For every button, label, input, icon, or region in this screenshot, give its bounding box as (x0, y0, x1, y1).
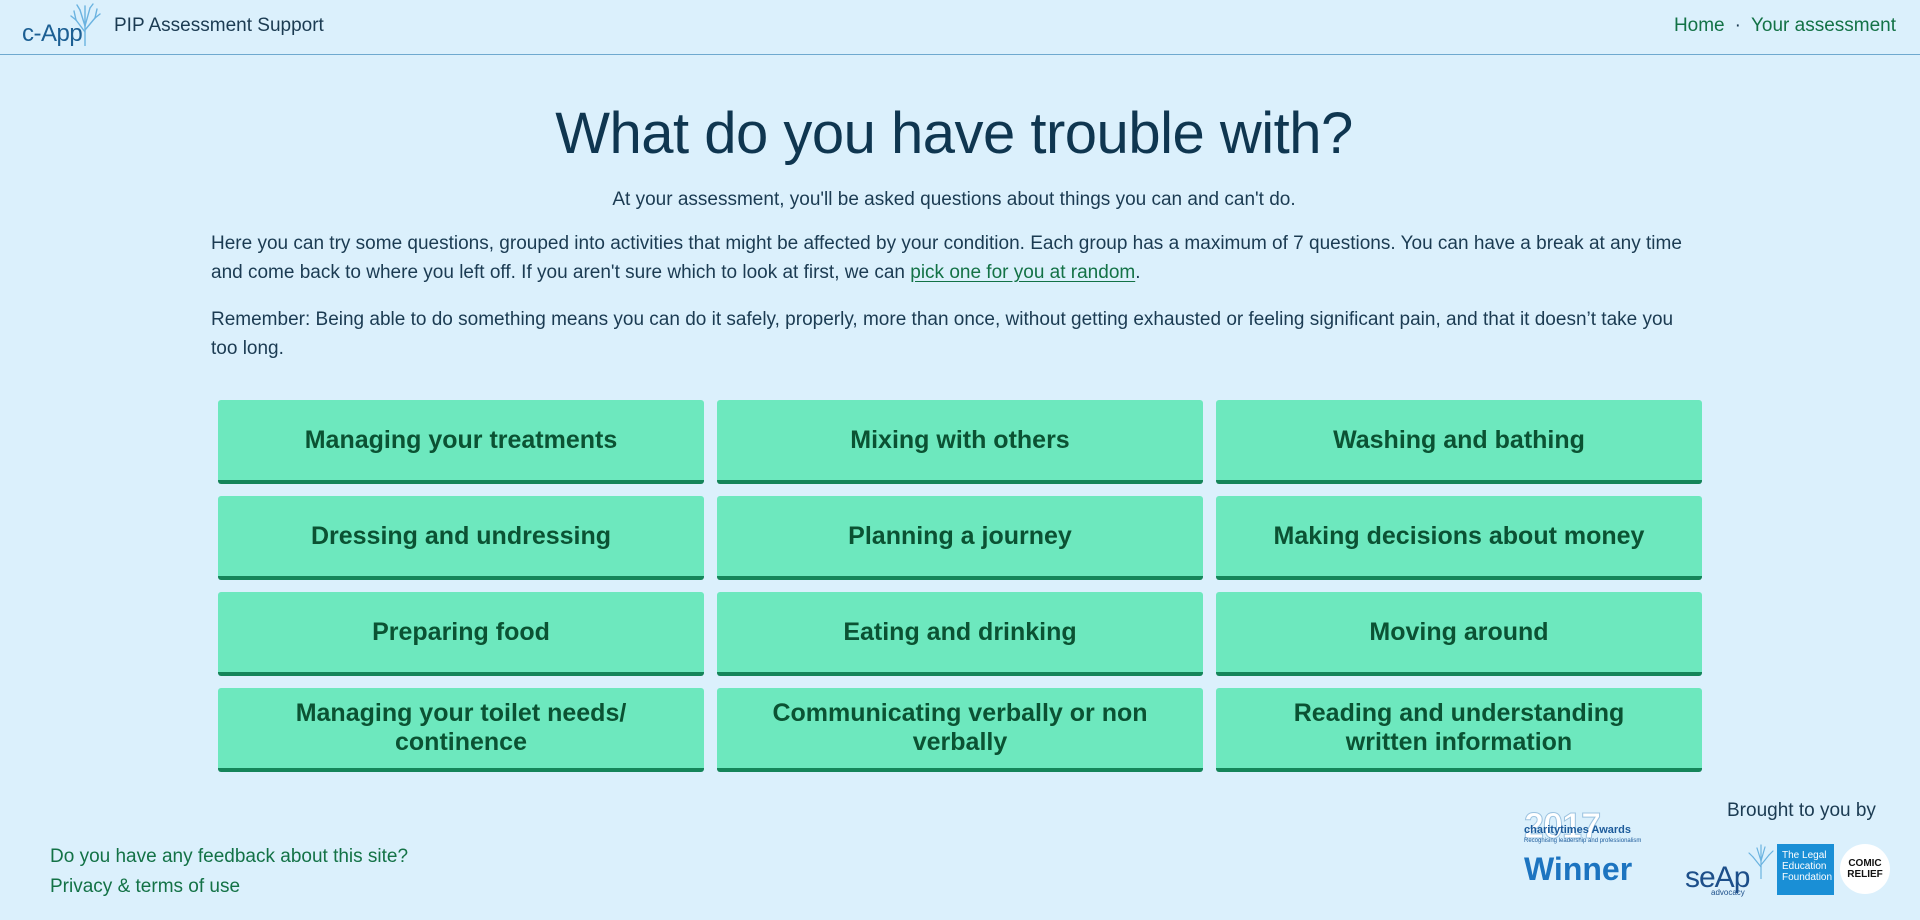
tree-icon (70, 3, 101, 46)
activity-washing-bathing-button[interactable]: Washing and bathing (1216, 400, 1702, 484)
footer-links: Do you have any feedback about this site… (50, 842, 408, 902)
activity-reading-button[interactable]: Reading and understanding written inform… (1216, 688, 1702, 772)
activity-grid: Managing your treatments Mixing with oth… (218, 400, 1702, 772)
activity-preparing-food-button[interactable]: Preparing food (218, 592, 704, 676)
activity-planning-journey-button[interactable]: Planning a journey (717, 496, 1203, 580)
random-activity-link[interactable]: pick one for you at random (910, 262, 1135, 283)
comic-relief-logo[interactable]: COMIC RELIEF (1840, 844, 1890, 894)
activity-mixing-with-others-button[interactable]: Mixing with others (717, 400, 1203, 484)
nav-separator: · (1734, 15, 1741, 36)
award-result: Winner (1524, 851, 1633, 887)
nav-your-assessment-link[interactable]: Your assessment (1751, 15, 1896, 37)
c-app-logo[interactable]: c-App (22, 2, 104, 52)
activity-eating-drinking-button[interactable]: Eating and drinking (717, 592, 1203, 676)
intro-text: At your assessment, you'll be asked ques… (612, 189, 1296, 210)
top-nav: Home · Your assessment (1674, 15, 1896, 37)
seap-logo-sub: advocacy (1711, 888, 1745, 897)
activity-communicating-button[interactable]: Communicating verbally or non verbally (717, 688, 1203, 772)
activity-managing-treatments-button[interactable]: Managing your treatments (218, 400, 704, 484)
brought-to-you-label: Brought to you by (1727, 800, 1876, 821)
main-content: What do you have trouble with? At your a… (211, 100, 1697, 363)
award-brand: charitytimes Awards (1524, 824, 1631, 836)
charity-times-award-badge: 2017 charitytimes Awards Recognising lea… (1522, 807, 1646, 892)
award-tagline: Recognising leadership and professionali… (1524, 838, 1642, 844)
tree-icon (1748, 844, 1774, 879)
instructions-end: . (1135, 262, 1141, 283)
feedback-link[interactable]: Do you have any feedback about this site… (50, 842, 408, 872)
instructions-paragraph: Here you can try some questions, grouped… (211, 229, 1697, 287)
activity-money-decisions-button[interactable]: Making decisions about money (1216, 496, 1702, 580)
site-title: PIP Assessment Support (114, 15, 324, 36)
activity-toilet-needs-button[interactable]: Managing your toilet needs/ continence (218, 688, 704, 772)
top-bar: c-App PIP Assessment Support Home · Your… (0, 0, 1920, 55)
activity-dressing-button[interactable]: Dressing and undressing (218, 496, 704, 580)
reminder-paragraph: Remember: Being able to do something mea… (211, 309, 1674, 359)
privacy-terms-link[interactable]: Privacy & terms of use (50, 872, 408, 902)
seap-logo[interactable]: seAp advocacy (1685, 843, 1777, 897)
activity-moving-around-button[interactable]: Moving around (1216, 592, 1702, 676)
legal-education-foundation-logo[interactable]: The Legal Education Foundation (1777, 844, 1834, 895)
nav-home-link[interactable]: Home (1674, 15, 1725, 37)
page-heading: What do you have trouble with? (555, 101, 1353, 166)
